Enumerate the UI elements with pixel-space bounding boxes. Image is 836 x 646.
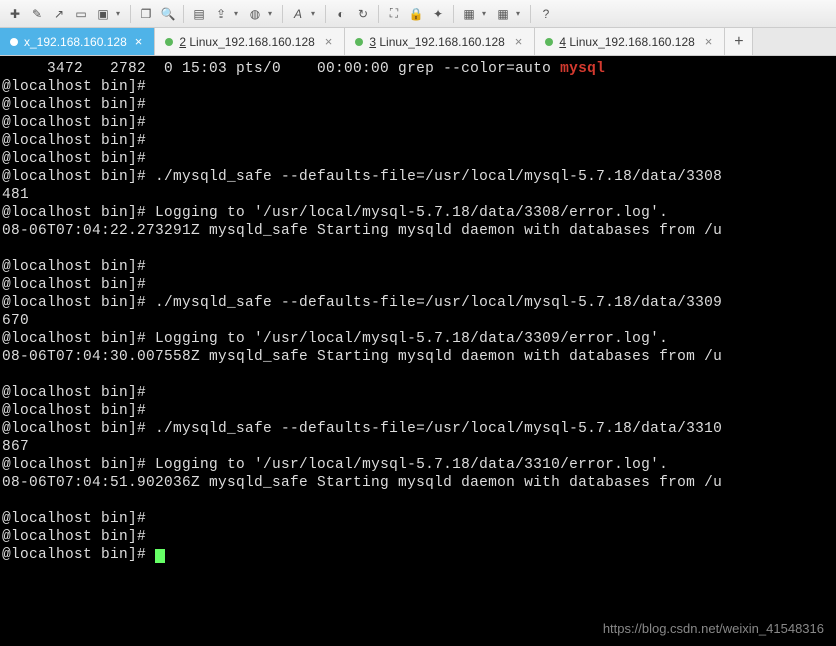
expand-icon[interactable]: ⛶: [385, 5, 403, 23]
tab-session-2[interactable]: 2 Linux_192.168.160.128 ×: [155, 28, 345, 55]
tab-session-4[interactable]: 4 Linux_192.168.160.128 ×: [535, 28, 725, 55]
tab-session-1[interactable]: x_192.168.160.128 ×: [0, 28, 155, 55]
prompt-line: @localhost bin]#: [2, 79, 155, 95]
close-icon[interactable]: ×: [703, 34, 715, 49]
command-line: @localhost bin]# ./mysqld_safe --default…: [2, 295, 722, 311]
tab-bar: x_192.168.160.128 × 2 Linux_192.168.160.…: [0, 28, 836, 56]
prompt-line: @localhost bin]#: [2, 151, 155, 167]
separator: [183, 5, 184, 23]
refresh-icon[interactable]: ↻: [354, 5, 372, 23]
dropdown-icon[interactable]: ▾: [268, 9, 276, 18]
dropdown-icon[interactable]: ▾: [516, 9, 524, 18]
prompt-line: @localhost bin]#: [2, 133, 155, 149]
status-dot-icon: [10, 38, 18, 46]
lock-icon[interactable]: 🔒: [407, 5, 425, 23]
prompt-line: @localhost bin]#: [2, 403, 155, 419]
dropdown-icon[interactable]: ▾: [234, 9, 242, 18]
prompt-line: @localhost bin]#: [2, 529, 155, 545]
command-line: @localhost bin]# ./mysqld_safe --default…: [2, 169, 722, 185]
dropdown-icon[interactable]: ▾: [482, 9, 490, 18]
status-dot-icon: [165, 38, 173, 46]
search-icon[interactable]: 🔍: [159, 5, 177, 23]
prompt-line: @localhost bin]#: [2, 385, 155, 401]
output-line: 670: [2, 313, 29, 329]
grid-icon[interactable]: ▦: [494, 5, 512, 23]
output-line: 08-06T07:04:51.902036Z mysqld_safe Start…: [2, 475, 722, 491]
font-icon[interactable]: A: [289, 5, 307, 23]
separator: [453, 5, 454, 23]
terminal-cursor: [155, 549, 165, 563]
pin-icon[interactable]: ✦: [429, 5, 447, 23]
output-line: 08-06T07:04:22.273291Z mysqld_safe Start…: [2, 223, 722, 239]
tab-label: 3 Linux_192.168.160.128: [369, 35, 504, 49]
command-line: @localhost bin]# ./mysqld_safe --default…: [2, 421, 722, 437]
separator: [378, 5, 379, 23]
help-icon[interactable]: ?: [537, 5, 555, 23]
edit-icon[interactable]: ✎: [28, 5, 46, 23]
export-icon[interactable]: ⇪: [212, 5, 230, 23]
grep-highlight: mysql: [560, 61, 605, 77]
dropdown-icon[interactable]: ▾: [116, 9, 124, 18]
copy-icon[interactable]: ❐: [137, 5, 155, 23]
status-dot-icon: [355, 38, 363, 46]
separator: [530, 5, 531, 23]
output-line: 481: [2, 187, 29, 203]
open-icon[interactable]: ▭: [72, 5, 90, 23]
close-icon[interactable]: ×: [323, 34, 335, 49]
tab-label: 2 Linux_192.168.160.128: [179, 35, 314, 49]
box-icon[interactable]: ▣: [94, 5, 112, 23]
prompt-line: @localhost bin]#: [2, 277, 155, 293]
dropdown-icon[interactable]: ▾: [311, 9, 319, 18]
tab-label: x_192.168.160.128: [24, 35, 127, 49]
ps-output-line: 3472 2782 0 15:03 pts/0 00:00:00 grep --…: [2, 61, 605, 77]
prompt-line: @localhost bin]#: [2, 547, 165, 563]
add-tab-button[interactable]: +: [725, 28, 753, 55]
watermark: https://blog.csdn.net/weixin_41548316: [603, 621, 824, 636]
prompt-line: @localhost bin]#: [2, 259, 155, 275]
output-line: @localhost bin]# Logging to '/usr/local/…: [2, 205, 668, 221]
prompt-line: @localhost bin]#: [2, 97, 155, 113]
tab-label: 4 Linux_192.168.160.128: [559, 35, 694, 49]
prompt-line: @localhost bin]#: [2, 115, 155, 131]
gauge-icon[interactable]: ◐: [332, 5, 350, 23]
output-line: 08-06T07:04:30.007558Z mysqld_safe Start…: [2, 349, 722, 365]
globe-icon[interactable]: ◍: [246, 5, 264, 23]
separator: [325, 5, 326, 23]
output-line: 867: [2, 439, 29, 455]
tab-session-3[interactable]: 3 Linux_192.168.160.128 ×: [345, 28, 535, 55]
toolbar: ✚ ✎ ↗ ▭ ▣ ▾ ❐ 🔍 ▤ ⇪ ▾ ◍ ▾ A ▾ ◐ ↻ ⛶ 🔒 ✦ ▦ ▾ ▦…: [0, 0, 836, 28]
status-dot-icon: [545, 38, 553, 46]
new-icon[interactable]: ✚: [6, 5, 24, 23]
separator: [282, 5, 283, 23]
output-line: @localhost bin]# Logging to '/usr/local/…: [2, 457, 668, 473]
layout-icon[interactable]: ▦: [460, 5, 478, 23]
close-icon[interactable]: ×: [133, 34, 145, 49]
output-line: @localhost bin]# Logging to '/usr/local/…: [2, 331, 668, 347]
nav-icon[interactable]: ↗: [50, 5, 68, 23]
separator: [130, 5, 131, 23]
close-icon[interactable]: ×: [513, 34, 525, 49]
prompt-line: @localhost bin]#: [2, 511, 155, 527]
folder-icon[interactable]: ▤: [190, 5, 208, 23]
terminal-output[interactable]: 3472 2782 0 15:03 pts/0 00:00:00 grep --…: [0, 56, 836, 646]
